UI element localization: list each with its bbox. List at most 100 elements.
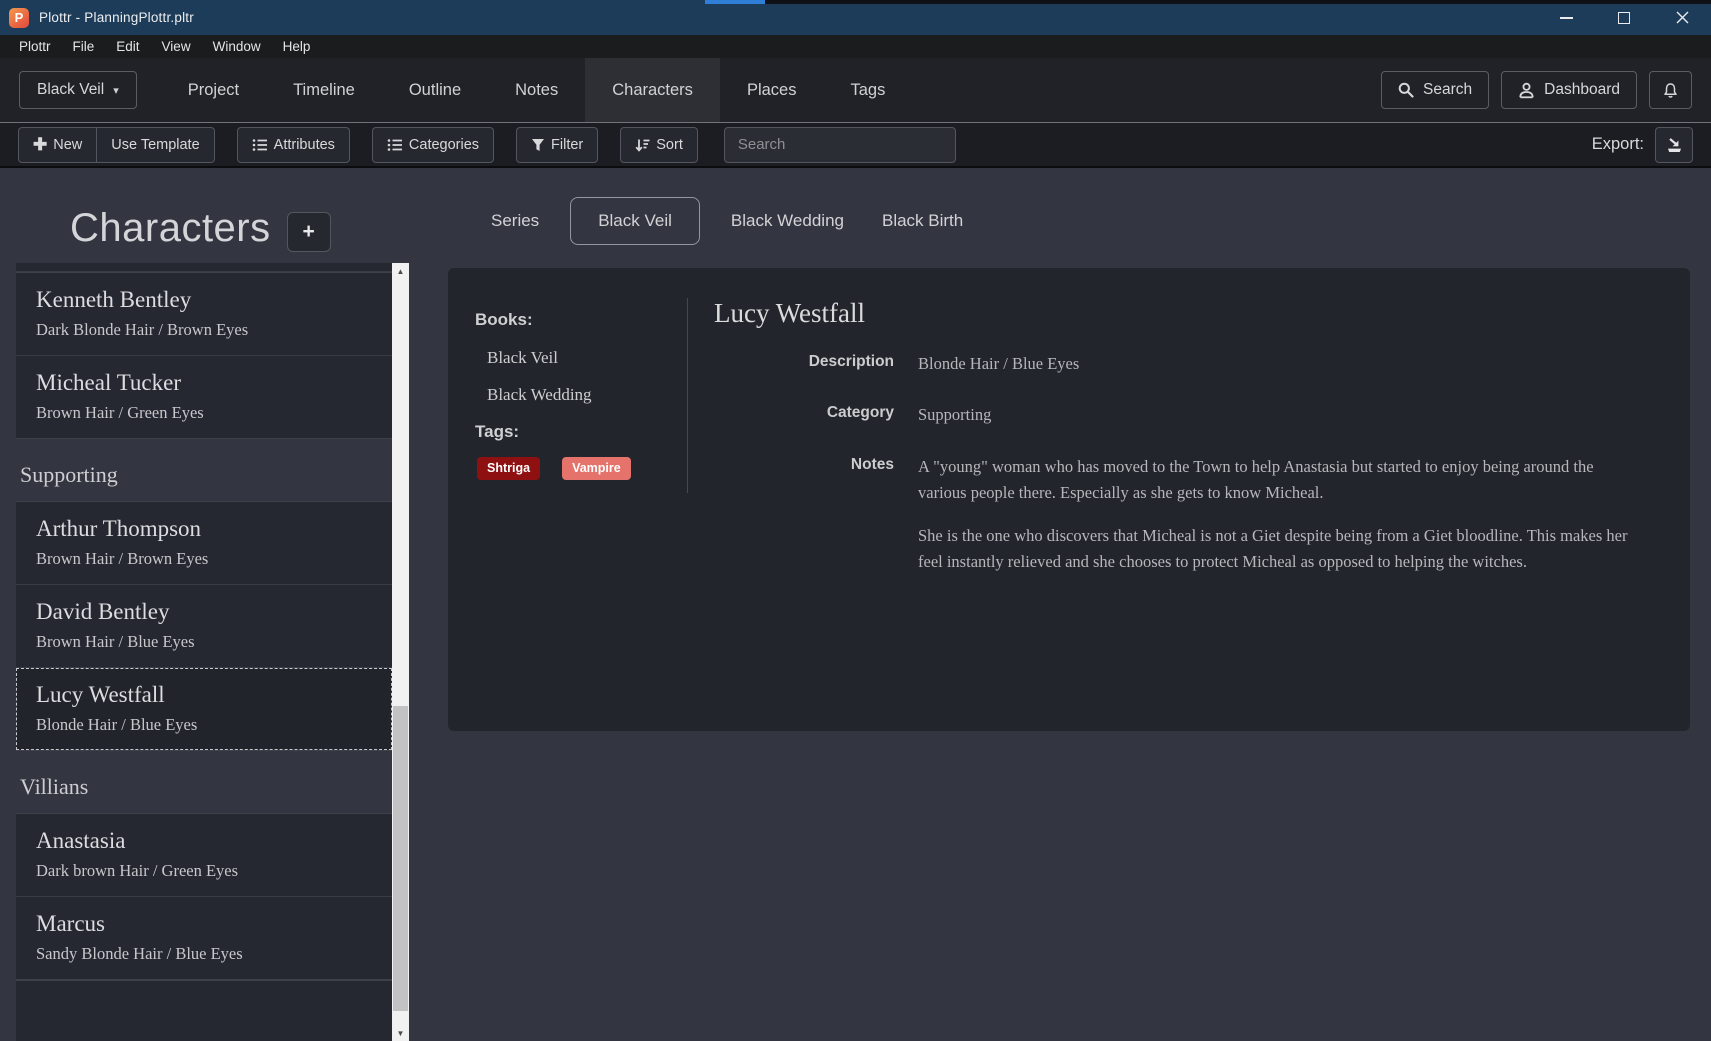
menu-item-help[interactable]: Help	[272, 35, 322, 58]
sort-icon	[635, 138, 650, 152]
character-name: David Bentley	[36, 597, 372, 627]
categories-button[interactable]: Categories	[372, 127, 494, 163]
tab-outline[interactable]: Outline	[382, 58, 488, 122]
character-detail-area: SeriesBlack VeilBlack WeddingBlack Birth…	[410, 168, 1711, 1041]
app-window: P Plottr - PlanningPlottr.pltr PlottrFil…	[0, 0, 1711, 1041]
toolbar-search-input[interactable]	[724, 127, 956, 163]
tab-timeline[interactable]: Timeline	[266, 58, 382, 122]
character-group: Kenneth BentleyDark Blonde Hair / Brown …	[16, 272, 392, 439]
detail-fields-column: Lucy Westfall Description Blonde Hair / …	[688, 268, 1690, 731]
window-title: Plottr - PlanningPlottr.pltr	[39, 10, 194, 25]
tab-characters[interactable]: Characters	[585, 58, 720, 122]
character-name-heading: Lucy Westfall	[714, 298, 1630, 329]
list-item[interactable]: Arthur Thompson Brown Hair / Brown Eyes	[16, 502, 392, 585]
tag-chip-vampire: Vampire	[562, 457, 631, 480]
add-character-button[interactable]: +	[287, 212, 331, 252]
maximize-button[interactable]	[1595, 0, 1653, 35]
search-button-label: Search	[1423, 81, 1472, 99]
character-group: Arthur Thompson Brown Hair / Brown Eyes Da…	[16, 501, 392, 751]
book-entry: Black Veil	[487, 348, 687, 368]
list-item[interactable]: Micheal Tucker Brown Hair / Green Eyes	[16, 356, 392, 438]
character-description: Dark brown Hair / Green Eyes	[36, 859, 372, 883]
close-icon	[1676, 11, 1689, 24]
notifications-button[interactable]	[1649, 71, 1692, 109]
characters-header: Characters +	[0, 168, 410, 263]
character-description: Dark Blonde Hair / Brown Eyes	[36, 318, 372, 342]
description-value[interactable]: Blonde Hair / Blue Eyes	[918, 351, 1630, 377]
description-field-row: Description Blonde Hair / Blue Eyes	[714, 351, 1630, 377]
tab-project[interactable]: Project	[161, 58, 266, 122]
chevron-down-icon: ▾	[113, 84, 119, 97]
titlebar: P Plottr - PlanningPlottr.pltr	[0, 0, 1711, 35]
character-description: Blonde Hair / Blue Eyes	[36, 713, 372, 737]
character-name: Arthur Thompson	[36, 514, 372, 544]
book-tab-black-veil[interactable]: Black Veil	[570, 197, 700, 245]
categories-button-label: Categories	[409, 137, 479, 153]
plottr-app-icon-letter: P	[15, 11, 24, 24]
category-header-supporting: Supporting	[16, 439, 392, 501]
list-item-partial-bottom	[16, 980, 392, 1041]
tags-label: Tags:	[475, 422, 687, 442]
list-item[interactable]: Kenneth BentleyDark Blonde Hair / Brown …	[16, 273, 392, 356]
search-icon	[1398, 82, 1414, 98]
export-icon	[1665, 136, 1684, 154]
tab-places[interactable]: Places	[720, 58, 824, 122]
new-button-group: ✚ New Use Template	[18, 127, 215, 163]
character-name: Lucy Westfall	[36, 680, 372, 710]
filter-button[interactable]: Filter	[516, 127, 598, 163]
top-edge-accent	[705, 0, 765, 4]
character-name: Micheal Tucker	[36, 368, 372, 398]
character-list-scrollbar[interactable]: ▲ ▼	[392, 263, 409, 1041]
book-selector-label: Black Veil	[37, 81, 104, 99]
bell-icon	[1662, 82, 1679, 99]
menu-item-view[interactable]: View	[151, 35, 202, 58]
tab-notes[interactable]: Notes	[488, 58, 585, 122]
notes-value[interactable]: A "young" woman who has moved to the Tow…	[918, 454, 1630, 592]
books-list: Black VeilBlack Wedding	[487, 348, 687, 405]
tab-tags[interactable]: Tags	[823, 58, 912, 122]
menu-item-window[interactable]: Window	[202, 35, 272, 58]
use-template-button[interactable]: Use Template	[97, 127, 214, 163]
list-item[interactable]: AnastasiaDark brown Hair / Green Eyes	[16, 814, 392, 897]
character-detail-card: Books: Black VeilBlack Wedding Tags: Sht…	[448, 268, 1690, 731]
character-description: Brown Hair / Green Eyes	[36, 401, 372, 425]
list-icon	[387, 138, 403, 152]
new-button-label: New	[53, 137, 82, 153]
book-tab-black-birth[interactable]: Black Birth	[882, 198, 963, 244]
list-item-partial-top	[16, 263, 392, 272]
menu-item-edit[interactable]: Edit	[105, 35, 150, 58]
attributes-button[interactable]: Attributes	[237, 127, 350, 163]
scroll-down-arrow-icon[interactable]: ▼	[392, 1025, 409, 1041]
top-edge-strip	[0, 0, 1711, 4]
book-selector-dropdown[interactable]: Black Veil ▾	[19, 71, 137, 109]
filter-icon	[531, 138, 545, 152]
plottr-app-icon: P	[9, 8, 29, 28]
scrollbar-thumb[interactable]	[393, 706, 408, 1011]
notes-label: Notes	[714, 454, 894, 592]
category-header-villians: Villians	[16, 751, 392, 813]
character-description: Brown Hair / Brown Eyes	[36, 547, 372, 571]
maximize-icon	[1618, 12, 1630, 24]
menu-item-plottr[interactable]: Plottr	[8, 35, 62, 58]
sort-button[interactable]: Sort	[620, 127, 698, 163]
search-button[interactable]: Search	[1381, 71, 1489, 109]
toolbar: ✚ New Use Template Attributes Categories…	[0, 122, 1711, 168]
new-button[interactable]: ✚ New	[18, 127, 97, 163]
top-edge-dark	[765, 0, 1711, 4]
character-description: Sandy Blonde Hair / Blue Eyes	[36, 942, 372, 966]
list-item[interactable]: Lucy Westfall Blonde Hair / Blue Eyes	[16, 668, 392, 750]
dashboard-button[interactable]: Dashboard	[1501, 71, 1637, 109]
scroll-up-arrow-icon[interactable]: ▲	[392, 263, 409, 279]
category-value[interactable]: Supporting	[918, 402, 1630, 428]
dashboard-button-label: Dashboard	[1544, 81, 1620, 99]
notes-paragraph: A "young" woman who has moved to the Tow…	[918, 454, 1630, 507]
close-button[interactable]	[1653, 0, 1711, 35]
character-group: AnastasiaDark brown Hair / Green EyesMar…	[16, 813, 392, 980]
book-tab-black-wedding[interactable]: Black Wedding	[731, 198, 844, 244]
list-item[interactable]: David BentleyBrown Hair / Blue Eyes	[16, 585, 392, 668]
menu-item-file[interactable]: File	[62, 35, 106, 58]
list-item[interactable]: MarcusSandy Blonde Hair / Blue Eyes	[16, 897, 392, 979]
minimize-button[interactable]	[1537, 0, 1595, 35]
book-tab-series[interactable]: Series	[491, 198, 539, 244]
export-button[interactable]	[1655, 127, 1693, 163]
